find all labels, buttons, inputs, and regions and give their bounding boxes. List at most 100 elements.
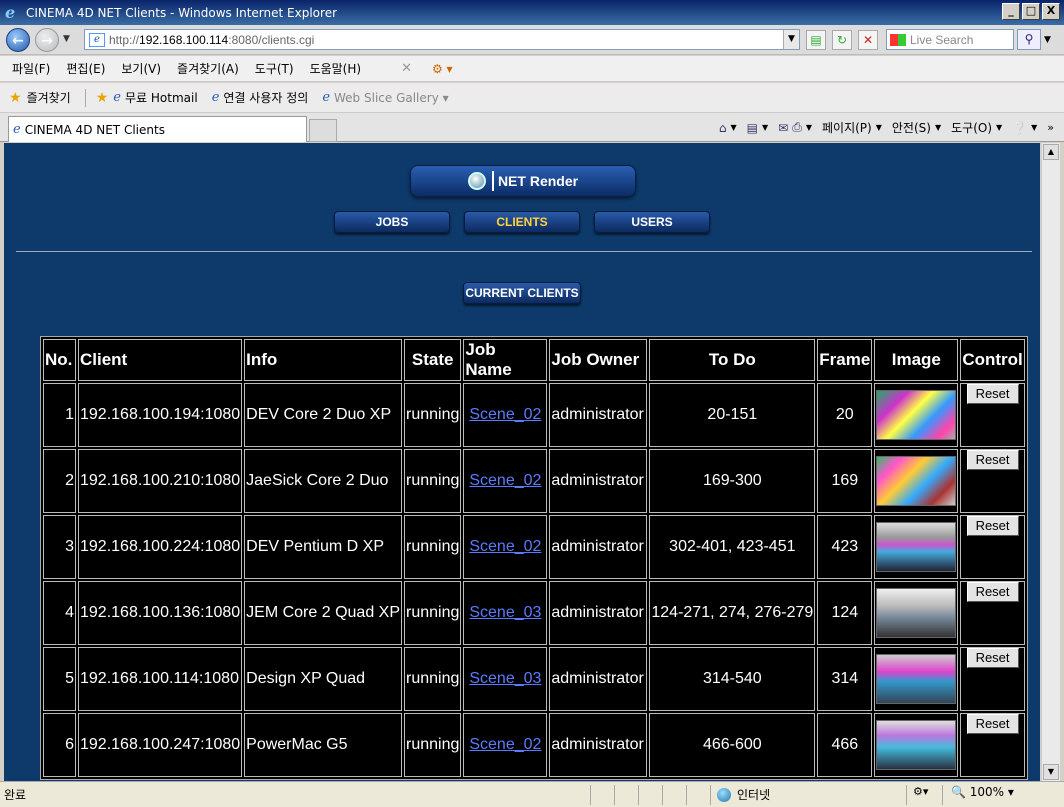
job-link[interactable]: Scene_02	[469, 406, 541, 423]
menu-file[interactable]: 파일(F)	[12, 60, 50, 77]
reset-button[interactable]: Reset	[966, 714, 1019, 734]
address-bar[interactable]: e http://192.168.100.114:8080/clients.cg…	[84, 29, 800, 50]
render-thumbnail[interactable]	[876, 390, 957, 440]
nav-jobs-button[interactable]: JOBS	[334, 211, 450, 233]
compatibility-icon[interactable]: ▤	[806, 30, 826, 50]
menu-help[interactable]: 도움말(H)	[310, 60, 362, 77]
address-url[interactable]: http://192.168.100.114:8080/clients.cgi	[109, 33, 314, 47]
ie-page-icon: e	[322, 90, 331, 105]
cell-image	[874, 647, 959, 711]
col-header-client: Client	[78, 339, 243, 381]
refresh-icon[interactable]: ↻	[832, 30, 852, 50]
render-thumbnail[interactable]	[876, 720, 957, 770]
zoom-level[interactable]: 🔍 100% ▾	[942, 784, 1014, 805]
history-dropdown-icon[interactable]: ▼	[63, 34, 70, 44]
job-link[interactable]: Scene_03	[469, 604, 541, 621]
scroll-down-icon[interactable]: ▼	[1043, 764, 1059, 780]
maximize-button[interactable]: □	[1022, 3, 1040, 20]
address-dropdown-icon[interactable]: ▼	[783, 30, 799, 49]
cell-client: 192.168.100.194:1080	[78, 383, 243, 447]
security-zone[interactable]: 인터넷	[710, 784, 906, 805]
stop-icon[interactable]: ✕	[858, 30, 878, 50]
print-dropdown-icon[interactable]: ▼	[806, 123, 812, 132]
fav-web-slice-gallery[interactable]: e Web Slice Gallery ▾	[322, 90, 448, 105]
menu-view[interactable]: 보기(V)	[121, 60, 161, 77]
cell-frame: 314	[817, 647, 873, 711]
cell-state: running	[404, 581, 462, 645]
tab-bar: e CINEMA 4D NET Clients ⌂ ▼ ▤ ▼ ✉ ⎙ ▼ 페이지(P…	[0, 113, 1064, 142]
tools-menu[interactable]: 도구(O)	[951, 119, 992, 136]
menu-tools[interactable]: 도구(T)	[255, 60, 294, 77]
cell-client: 192.168.100.224:1080	[78, 515, 243, 579]
cell-frame: 466	[817, 713, 873, 777]
feeds-icon[interactable]: ▤	[747, 121, 758, 135]
home-dropdown-icon[interactable]: ▼	[731, 123, 737, 132]
cell-no: 2	[43, 449, 76, 513]
print-icon[interactable]: ⎙	[792, 120, 802, 135]
page-dropdown-icon[interactable]: ▼	[876, 123, 882, 132]
table-row: 2 192.168.100.210:1080 JaeSick Core 2 Du…	[43, 449, 1025, 513]
menu-favorites[interactable]: 즐겨찾기(A)	[177, 60, 239, 77]
job-link[interactable]: Scene_02	[469, 538, 541, 555]
nav-clients-button[interactable]: CLIENTS	[464, 211, 580, 233]
feeds-dropdown-icon[interactable]: ▼	[762, 123, 768, 132]
close-button[interactable]: X	[1042, 3, 1060, 20]
col-header-todo: To Do	[649, 339, 816, 381]
forward-button[interactable]: →	[35, 28, 59, 52]
back-button[interactable]: ←	[6, 28, 30, 52]
cell-frame: 20	[817, 383, 873, 447]
mail-icon[interactable]: ✉	[778, 121, 788, 135]
toolbar-options-icon[interactable]: ⚙ ▾	[432, 62, 453, 76]
col-header-info: Info	[244, 339, 402, 381]
render-thumbnail[interactable]	[876, 654, 957, 704]
vertical-scrollbar[interactable]: ▲ ▼	[1041, 143, 1060, 781]
more-chevron-icon[interactable]: »	[1047, 121, 1054, 134]
render-thumbnail[interactable]	[876, 588, 957, 638]
reset-button[interactable]: Reset	[966, 648, 1019, 668]
page-menu[interactable]: 페이지(P)	[822, 119, 872, 136]
new-tab-button[interactable]	[309, 119, 337, 142]
reset-button[interactable]: Reset	[966, 582, 1019, 602]
help-dropdown-icon[interactable]: ▼	[1031, 123, 1037, 132]
close-menu-icon[interactable]: ✕	[401, 61, 412, 76]
safety-dropdown-icon[interactable]: ▼	[935, 123, 941, 132]
current-clients-button[interactable]: CURRENT CLIENTS	[463, 282, 581, 304]
cell-client: 192.168.100.210:1080	[78, 449, 243, 513]
menu-bar: 파일(F) 편집(E) 보기(V) 즐겨찾기(A) 도구(T) 도움말(H) ✕…	[0, 56, 1064, 82]
job-link[interactable]: Scene_03	[469, 670, 541, 687]
minimize-button[interactable]: _	[1002, 3, 1020, 20]
tab-cinema4d-net-clients[interactable]: e CINEMA 4D NET Clients	[8, 116, 307, 142]
col-header-job-name: Job Name	[463, 339, 548, 381]
nav-users-button[interactable]: USERS	[594, 211, 710, 233]
favorites-star-icon[interactable]: ★	[9, 90, 22, 106]
fav-hotmail[interactable]: e 무료 Hotmail	[113, 89, 197, 106]
table-row: 6 192.168.100.247:1080 PowerMac G5 runni…	[43, 713, 1025, 777]
scroll-up-icon[interactable]: ▲	[1043, 144, 1059, 160]
table-row: 5 192.168.100.114:1080 Design XP Quad ru…	[43, 647, 1025, 711]
cell-info: DEV Core 2 Duo XP	[244, 383, 402, 447]
reset-button[interactable]: Reset	[966, 384, 1019, 404]
cell-image	[874, 581, 959, 645]
search-options-dropdown-icon[interactable]: ▼	[1044, 35, 1051, 45]
reset-button[interactable]: Reset	[966, 450, 1019, 470]
help-icon[interactable]: ❔	[1012, 121, 1027, 135]
home-icon[interactable]: ⌂	[719, 121, 727, 135]
cell-image	[874, 713, 959, 777]
menu-edit[interactable]: 편집(E)	[66, 60, 105, 77]
job-link[interactable]: Scene_02	[469, 736, 541, 753]
add-favorite-icon[interactable]: ★	[96, 90, 109, 106]
search-placeholder[interactable]: Live Search	[910, 33, 973, 47]
cell-job-name: Scene_02	[463, 449, 548, 513]
reset-button[interactable]: Reset	[966, 516, 1019, 536]
fav-customize-links[interactable]: e 연결 사용자 정의	[212, 89, 309, 106]
search-box[interactable]: Live Search	[886, 29, 1014, 50]
safety-menu[interactable]: 안전(S)	[892, 119, 931, 136]
tools-dropdown-icon[interactable]: ▼	[996, 123, 1002, 132]
status-pane	[590, 784, 614, 805]
search-icon[interactable]: ⚲	[1017, 29, 1041, 50]
job-link[interactable]: Scene_02	[469, 472, 541, 489]
render-thumbnail[interactable]	[876, 456, 957, 506]
favorites-button[interactable]: 즐겨찾기	[27, 89, 71, 106]
render-thumbnail[interactable]	[876, 522, 957, 572]
protected-mode-icon[interactable]: ⚙▾	[906, 784, 942, 805]
